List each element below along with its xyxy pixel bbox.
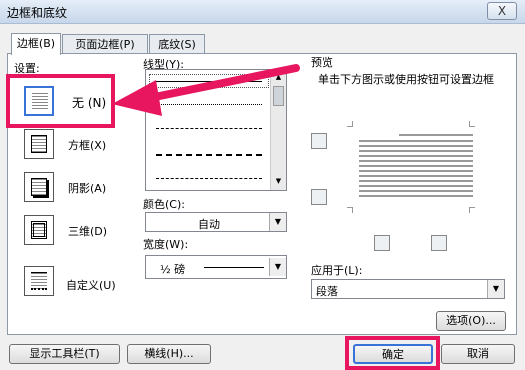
setting-none-button[interactable] — [24, 86, 54, 116]
border-top-button[interactable] — [311, 133, 327, 149]
tab-borders[interactable]: 边框(B) — [11, 33, 61, 55]
color-select[interactable]: 自动 ▼ — [145, 212, 287, 232]
tab-shading[interactable]: 底纹(S) — [149, 34, 205, 54]
setting-3d-label: 三维(D) — [68, 225, 108, 238]
chevron-down-icon: ▼ — [269, 213, 286, 231]
chevron-down-icon: ▼ — [269, 258, 286, 276]
preview-text-lines — [359, 140, 473, 200]
border-left-button[interactable] — [374, 235, 390, 251]
arrow-shaft — [136, 64, 300, 104]
preview-label: 预览 — [311, 56, 333, 69]
scroll-down-icon[interactable]: ▼ — [271, 174, 286, 188]
line-style-long-dash[interactable] — [156, 154, 262, 156]
preview-text-line — [399, 134, 473, 136]
border-box-icon — [31, 135, 47, 153]
width-label: 宽度(W): — [143, 238, 189, 251]
color-label: 颜色(C): — [143, 198, 185, 211]
horizontal-line-button[interactable]: 横线(H)... — [127, 344, 211, 364]
setting-box-button[interactable] — [24, 129, 54, 159]
options-button[interactable]: 选项(O)... — [436, 311, 506, 331]
preview-area[interactable] — [347, 121, 475, 213]
annotation-arrow — [112, 64, 300, 116]
width-select[interactable]: ½ 磅 ▼ — [145, 255, 287, 279]
show-toolbar-button[interactable]: 显示工具栏(T) — [9, 344, 120, 364]
tab-page-borders[interactable]: 页面边框(P) — [62, 34, 148, 54]
apply-to-label: 应用于(L): — [311, 264, 363, 277]
line-style-dashed[interactable] — [156, 128, 262, 129]
border-shadow-icon — [31, 178, 47, 196]
color-value: 自动 — [198, 218, 220, 231]
chevron-down-icon: ▼ — [487, 280, 504, 298]
arrow-head — [112, 80, 162, 116]
close-button[interactable]: X — [487, 2, 517, 20]
preview-corner — [469, 207, 475, 213]
setting-3d-button[interactable] — [24, 215, 54, 245]
width-line-sample — [204, 267, 264, 268]
border-none-icon — [32, 93, 48, 111]
close-icon: X — [497, 4, 507, 18]
title-bar — [0, 0, 525, 24]
preview-corner — [347, 207, 353, 213]
ok-button[interactable]: 确定 — [353, 344, 433, 364]
window-title: 边框和底纹 — [7, 6, 68, 20]
border-3d-icon — [31, 221, 47, 239]
preview-corner — [469, 121, 475, 127]
setting-custom-label: 自定义(U) — [66, 279, 116, 292]
apply-to-value: 段落 — [316, 285, 338, 298]
cancel-button[interactable]: 取消 — [441, 344, 515, 364]
setting-box-label: 方框(X) — [68, 139, 107, 152]
border-right-button[interactable] — [431, 235, 447, 251]
setting-shadow-button[interactable] — [24, 172, 54, 202]
preview-corner — [347, 121, 353, 127]
preview-hint: 单击下方图示或使用按钮可设置边框 — [318, 73, 494, 86]
setting-shadow-label: 阴影(A) — [68, 182, 107, 195]
width-value: ½ 磅 — [160, 263, 186, 276]
apply-to-select[interactable]: 段落 ▼ — [311, 279, 505, 299]
border-custom-icon — [31, 272, 47, 290]
line-style-dash-dot[interactable] — [156, 178, 262, 179]
setting-custom-button[interactable] — [24, 266, 54, 296]
border-middle-button[interactable] — [311, 189, 327, 205]
